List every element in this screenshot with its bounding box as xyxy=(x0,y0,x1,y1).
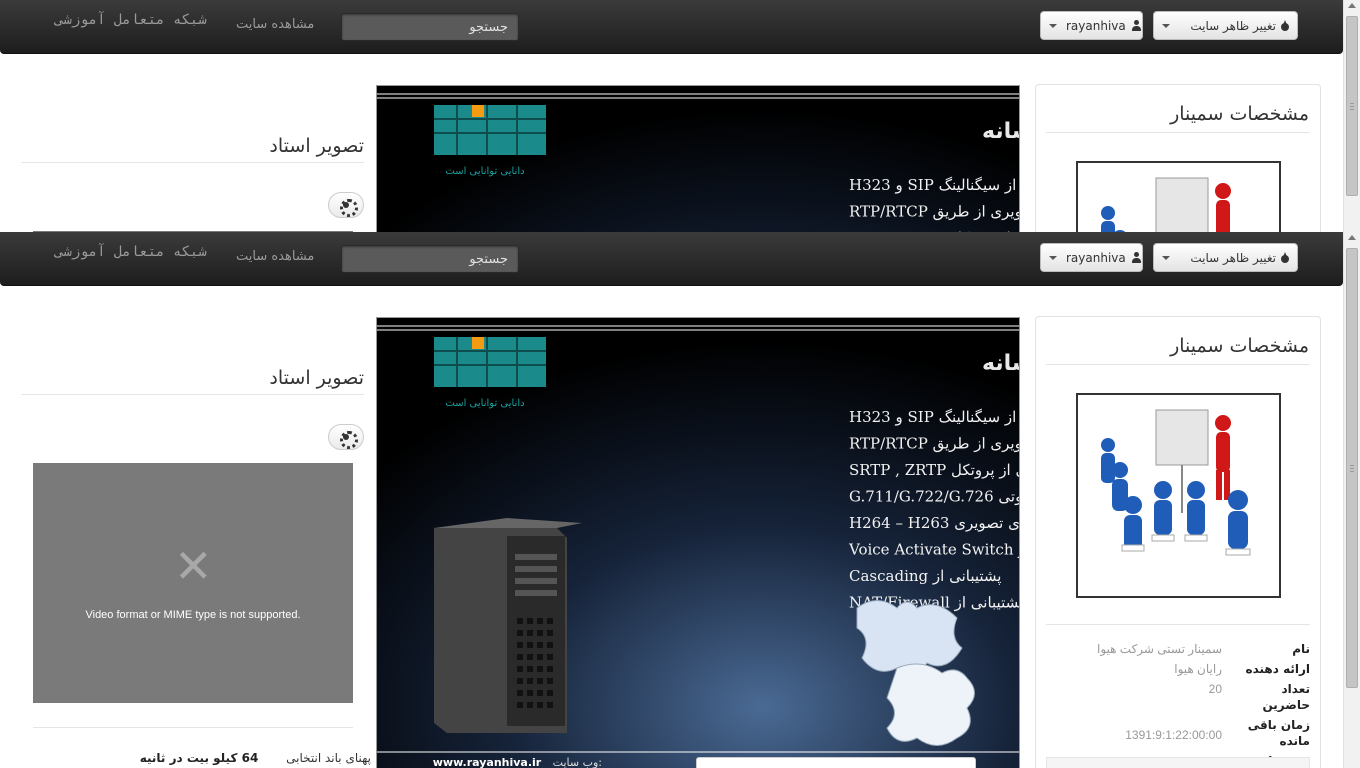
server-image xyxy=(434,518,582,733)
bandwidth-row: پهنای باند انتخابی 64 کیلو بیت در ثانیه xyxy=(111,751,371,765)
slide-footer-label: وب سایت: xyxy=(553,756,602,768)
scroll-up-icon[interactable] xyxy=(1348,235,1356,240)
teacher-section: تصویر استاد ✕ Video format or MIME type … xyxy=(21,318,371,765)
brand[interactable]: شبکه متعامل آموزشی xyxy=(55,244,207,260)
theme-drop-icon xyxy=(1281,252,1289,263)
info-value: سمینار تستی شرکت هیوا xyxy=(1096,642,1222,656)
divider xyxy=(33,727,353,728)
presentation-slide: دانایی توانایی است ویژگی های سرور پردازش… xyxy=(376,317,1020,768)
gear-icon xyxy=(340,431,358,449)
seminar-panel: مشخصات سمینار xyxy=(1035,84,1321,232)
info-value: 20 xyxy=(1208,682,1222,696)
caret-down-icon xyxy=(1049,255,1057,260)
slide-line: پشتیبانی از Cascading xyxy=(849,567,1001,585)
theme-menu-label: تغییر ظاهر سایت xyxy=(1190,18,1276,33)
scroll-up-icon[interactable] xyxy=(1348,3,1356,8)
info-row-attendees: تعداد حاضرین 20 xyxy=(1046,681,1310,713)
slide-graphic: دانایی توانایی است ویژگی های سرور پردازش… xyxy=(377,86,1019,232)
user-menu-label: rayanhiva xyxy=(1066,18,1126,33)
description-box xyxy=(1046,757,1310,768)
info-key: زمان باقی مانده xyxy=(1247,718,1310,748)
scrollbar-thumb[interactable] xyxy=(1346,248,1358,688)
info-key: تعداد حاضرین xyxy=(1262,682,1310,712)
seminar-title: مشخصات سمینار xyxy=(1170,103,1309,125)
info-row-name: نام سمینار تستی شرکت هیوا xyxy=(1046,641,1310,657)
slide-line: پشتیبانی از سیگنالینگ SIP و H323 xyxy=(849,408,1019,426)
settings-button[interactable] xyxy=(328,192,364,218)
video-error-message: Video format or MIME type is not support… xyxy=(85,609,301,621)
vertical-scrollbar[interactable] xyxy=(1343,232,1360,768)
slide-graphic: دانایی توانایی است ویژگی های سرور پردازش… xyxy=(377,318,1019,768)
logo-caption: دانایی توانایی است xyxy=(445,166,524,177)
bandwidth-value: 64 کیلو بیت در ثانیه xyxy=(139,751,259,765)
theme-drop-icon xyxy=(1281,20,1289,31)
seminar-image xyxy=(1076,161,1281,232)
settings-button[interactable] xyxy=(328,424,364,450)
slide-line: پشتیبانی از پروتکل‌های تصویری H264 – H26… xyxy=(849,514,1019,532)
slide-line: پشتیبانی از Voice Activate Switch xyxy=(848,541,1019,559)
vertical-scrollbar[interactable] xyxy=(1343,0,1360,232)
slide-line: ارسال و دریافت بسته‌های صوتی و تصویری از… xyxy=(849,435,1019,453)
page-frame-top: شبکه متعامل آموزشی مشاهده سایت rayanhiva… xyxy=(0,0,1360,232)
user-menu-button[interactable]: rayanhiva xyxy=(1040,243,1143,272)
info-key: ارائه دهنده xyxy=(1245,662,1311,676)
user-icon xyxy=(1131,252,1142,263)
info-row-remaining: زمان باقی مانده 1391:9:1:22:00:00 xyxy=(1046,717,1310,749)
theme-menu-button[interactable]: تغییر ظاهر سایت xyxy=(1153,243,1298,272)
seminar-image xyxy=(1076,393,1281,598)
caret-down-icon xyxy=(1162,255,1170,260)
seminar-title: مشخصات سمینار xyxy=(1170,335,1309,357)
presentation-slide: دانایی توانایی است ویژگی های سرور پردازش… xyxy=(376,85,1020,232)
logo-caption: دانایی توانایی است xyxy=(445,398,524,409)
gear-icon xyxy=(340,199,358,217)
page-frame-bottom: شبکه متعامل آموزشی مشاهده سایت rayanhiva… xyxy=(0,232,1360,768)
caret-down-icon xyxy=(1049,23,1057,28)
seminar-panel: مشخصات سمینار xyxy=(1035,316,1321,768)
info-row-presenter: ارائه دهنده رایان هیوا xyxy=(1046,661,1310,677)
caret-down-icon xyxy=(1162,23,1170,28)
video-error-icon: ✕ xyxy=(174,539,213,593)
info-key: نام xyxy=(1292,642,1310,656)
slide-line: ارسال و دریافت بسته‌های صوتی و تصویری از… xyxy=(849,203,1019,221)
info-value: 1391:9:1:22:00:00 xyxy=(1125,728,1222,742)
user-menu-button[interactable]: rayanhiva xyxy=(1040,11,1143,40)
divider xyxy=(1046,364,1310,365)
view-site-link[interactable]: مشاهده سایت xyxy=(236,17,314,32)
slide-footer-url: www.rayanhiva.ir xyxy=(433,756,542,768)
teacher-title: تصویر استاد xyxy=(21,318,364,395)
divider xyxy=(1046,132,1310,133)
scrollbar-thumb[interactable] xyxy=(1346,16,1358,196)
slide-heading: ویژگی های سرور پردازشگر رسانه xyxy=(982,349,1019,376)
slide-heading: ویژگی های سرور پردازشگر رسانه xyxy=(982,117,1019,144)
teacher-title: تصویر استاد xyxy=(21,86,364,163)
teacher-section: تصویر استاد ✕ Video format or MIME type … xyxy=(21,86,364,232)
slide-line: امکان پشتیبانی از پروتکل SRTP , ZRTP xyxy=(849,461,1019,479)
info-value: رایان هیوا xyxy=(1174,662,1222,676)
divider xyxy=(1046,624,1310,625)
navbar: شبکه متعامل آموزشی مشاهده سایت rayanhiva… xyxy=(0,232,1343,286)
slide-line: پشتیبانی از سیگنالینگ SIP و H323 xyxy=(849,176,1019,194)
user-icon xyxy=(1131,20,1142,31)
teacher-video[interactable]: ✕ Video format or MIME type is not suppo… xyxy=(33,463,353,703)
search-input[interactable] xyxy=(341,245,519,273)
slide-controls[interactable] xyxy=(696,757,976,768)
view-site-link[interactable]: مشاهده سایت xyxy=(236,249,314,264)
navbar: شبکه متعامل آموزشی مشاهده سایت rayanhiva… xyxy=(0,0,1343,54)
slide-line: پشتیبانی از پروتکل‌های صوتی G.711/G.722/… xyxy=(849,488,1019,506)
seminar-info: نام سمینار تستی شرکت هیوا ارائه دهنده را… xyxy=(1046,641,1310,768)
user-menu-label: rayanhiva xyxy=(1066,250,1126,265)
search-input[interactable] xyxy=(341,13,519,41)
theme-menu-label: تغییر ظاهر سایت xyxy=(1190,250,1276,265)
theme-menu-button[interactable]: تغییر ظاهر سایت xyxy=(1153,11,1298,40)
bandwidth-label: پهنای باند انتخابی xyxy=(286,751,371,765)
brand[interactable]: شبکه متعامل آموزشی xyxy=(55,12,207,28)
